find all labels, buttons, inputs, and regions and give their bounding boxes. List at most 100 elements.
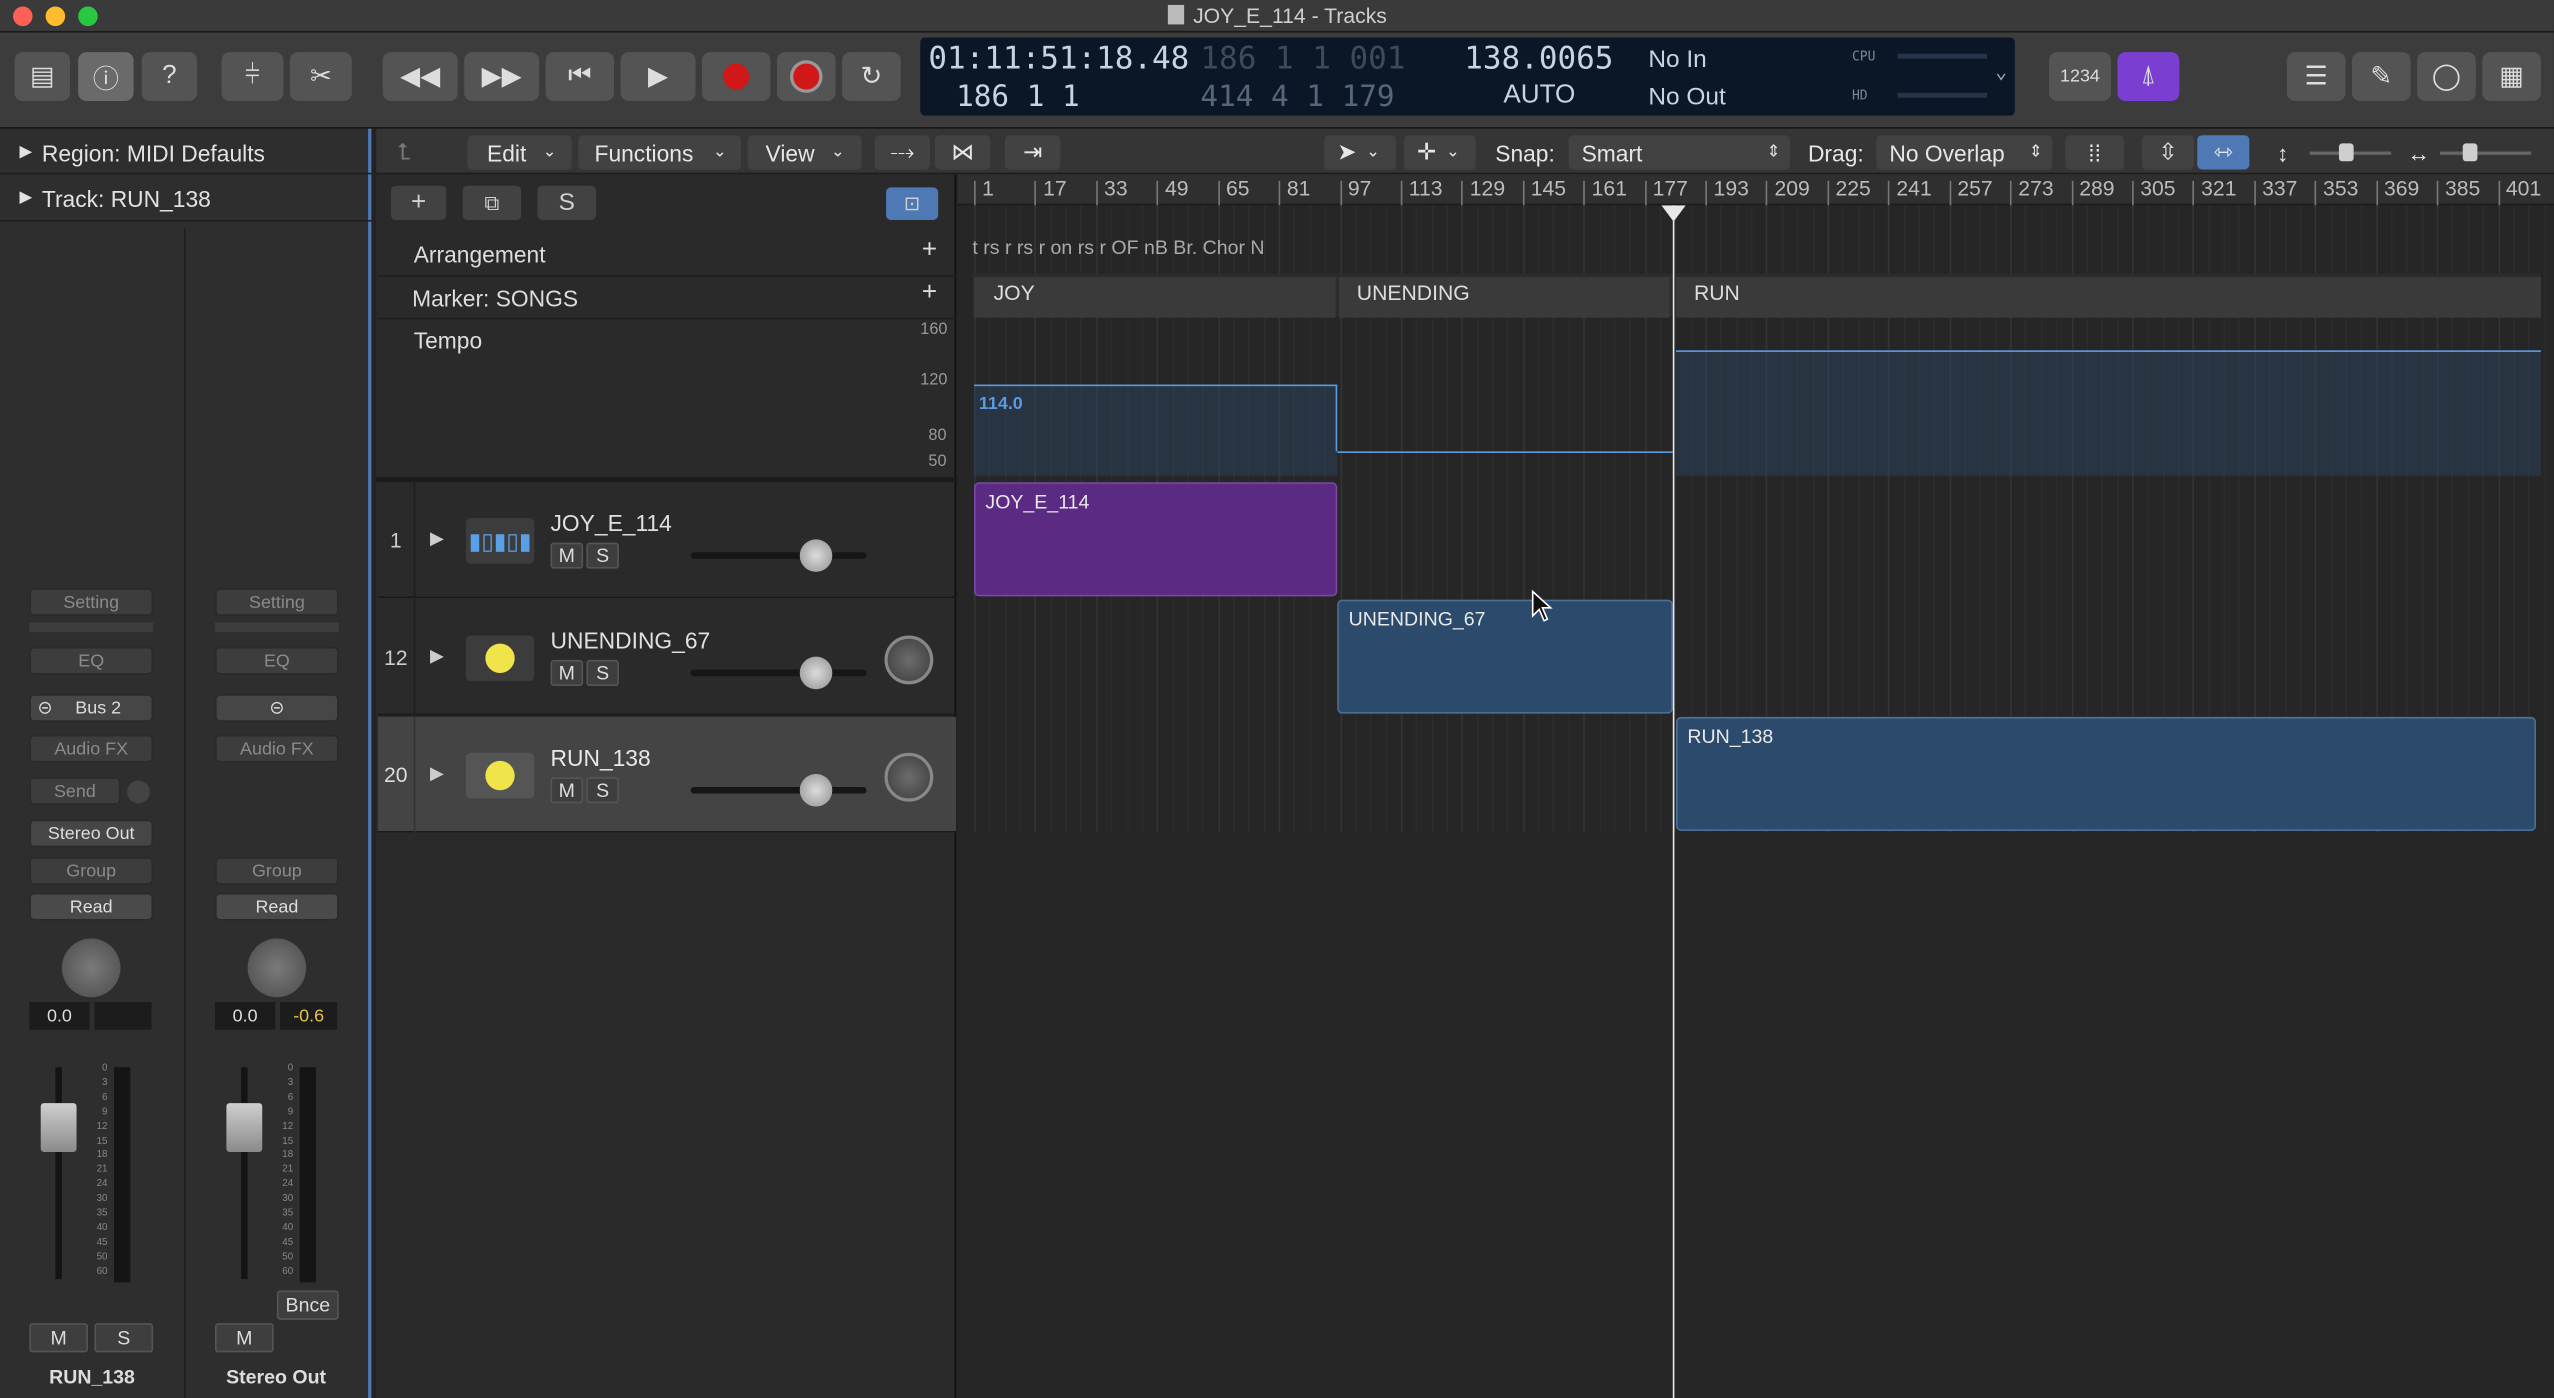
add-track-button[interactable]: +	[390, 185, 447, 220]
track-name[interactable]: JOY_E_114	[551, 510, 672, 536]
strip2-eq[interactable]: EQ	[215, 646, 339, 675]
strip1-input[interactable]: ⊝ Bus 2	[29, 694, 154, 722]
mixer-button[interactable]: ⫩	[221, 52, 284, 102]
volume-handle[interactable]	[799, 539, 833, 572]
solo-button[interactable]: S	[586, 777, 619, 804]
view-menu[interactable]: View ⌄	[747, 135, 862, 170]
duplicate-track-button[interactable]: ⧉	[462, 185, 522, 220]
strip1-automation[interactable]: Read	[29, 892, 154, 921]
track-name[interactable]: UNENDING_67	[551, 627, 711, 653]
global-tracks-button[interactable]: ⊡	[886, 187, 939, 220]
track-inspector-header[interactable]: ▶ Track: RUN_138	[0, 176, 372, 222]
track-header-1[interactable]: 1 ▶ ▮▯▮▯▮ JOY_E_114 M S	[377, 482, 957, 598]
strip2-volume[interactable]: 0.0	[215, 1002, 276, 1030]
region-run[interactable]: RUN_138	[1676, 716, 2537, 831]
track-header-20[interactable]: 20 ▶ RUN_138 M S	[377, 716, 957, 833]
volume-slider[interactable]	[690, 552, 867, 559]
drag-select[interactable]: No Overlap ⇕	[1876, 135, 2053, 170]
track-header-12[interactable]: 12 ▶ UNENDING_67 M S	[377, 599, 957, 716]
strip1-volume[interactable]: 0.0	[29, 1002, 90, 1030]
library-button[interactable]: ▤	[14, 52, 71, 102]
tempo-line-1[interactable]	[974, 384, 1338, 387]
count-in-button[interactable]: 1234	[2049, 52, 2111, 102]
loop-browser-button[interactable]: ◯	[2417, 52, 2476, 102]
strip2-pan-knob[interactable]	[247, 938, 307, 998]
global-solo-button[interactable]: S	[537, 185, 597, 220]
notepad-button[interactable]: ✎	[2351, 52, 2411, 102]
rewind-button[interactable]: ◀◀	[382, 52, 458, 102]
track-name[interactable]: RUN_138	[551, 745, 651, 771]
strip1-output[interactable]: Stereo Out	[29, 819, 154, 848]
flex-button[interactable]: ⋈	[934, 135, 991, 170]
disclosure-triangle-icon[interactable]: ▶	[430, 645, 444, 667]
back-button[interactable]: ⮤	[397, 135, 443, 169]
right-tool-menu[interactable]: ✛ ⌄	[1404, 135, 1476, 170]
lcd-dropdown-icon[interactable]: ⌄	[1995, 60, 2007, 83]
record-button[interactable]	[702, 52, 771, 102]
mute-button[interactable]: M	[550, 777, 584, 804]
strip1-setting[interactable]: Setting	[29, 588, 154, 616]
horizontal-zoom-handle[interactable]	[2462, 143, 2478, 162]
strip1-send[interactable]: Send	[29, 777, 121, 805]
strip1-audio-fx[interactable]: Audio FX	[29, 734, 154, 763]
strip2-input[interactable]: ⊝	[215, 694, 339, 722]
audio-waveform-icon[interactable]: ▮▯▮▯▮	[465, 518, 535, 564]
snap-select[interactable]: Smart ⇕	[1568, 135, 1791, 170]
marker-run[interactable]: RUN	[1676, 276, 2541, 318]
catch-button[interactable]: ⇥	[1004, 135, 1061, 170]
play-button[interactable]: ▶	[620, 52, 696, 102]
region-unending[interactable]: UNENDING_67	[1337, 599, 1673, 714]
horizontal-fit-button[interactable]: ⇿	[2197, 135, 2250, 170]
strip2-fader[interactable]	[226, 1103, 263, 1152]
strip1-mute[interactable]: M	[29, 1323, 88, 1353]
mute-button[interactable]: M	[550, 542, 584, 569]
disclosure-triangle-icon[interactable]: ▶	[430, 763, 444, 784]
solo-button[interactable]: S	[586, 542, 619, 569]
strip2-audio-fx[interactable]: Audio FX	[215, 734, 339, 763]
strip2-setting[interactable]: Setting	[215, 588, 339, 616]
strip1-send-knob[interactable]	[127, 780, 150, 804]
inspector-button[interactable]: ⓘ	[78, 52, 134, 102]
strip2-group[interactable]: Group	[215, 857, 339, 885]
volume-slider[interactable]	[690, 787, 867, 794]
tempo-line-3[interactable]	[1676, 350, 2541, 352]
tempo-line-2[interactable]	[1337, 451, 1673, 453]
instrument-icon[interactable]	[465, 752, 535, 799]
metronome-button[interactable]: ⍋	[2117, 52, 2180, 102]
vertical-zoom-handle[interactable]	[2338, 143, 2354, 162]
pan-knob[interactable]	[884, 752, 934, 802]
volume-handle[interactable]	[799, 773, 833, 807]
add-marker-icon[interactable]: +	[922, 279, 937, 308]
pan-knob[interactable]	[884, 635, 934, 685]
strip1-group[interactable]: Group	[29, 857, 154, 885]
automation-button[interactable]: ⤏	[874, 135, 931, 170]
playhead[interactable]	[1672, 205, 1675, 1398]
capture-record-button[interactable]	[776, 52, 836, 102]
quick-help-button[interactable]: ?	[141, 52, 198, 102]
region-inspector-header[interactable]: ▶ Region: MIDI Defaults	[0, 132, 372, 175]
strip1-fader[interactable]	[40, 1103, 77, 1152]
strip1-solo[interactable]: S	[94, 1323, 154, 1353]
lcd-display[interactable]: 01:11:51:18.48 186 1 1 186 1 1 001 414 4…	[920, 37, 2015, 116]
add-arrangement-icon[interactable]: +	[922, 236, 937, 265]
marker-unending[interactable]: UNENDING	[1338, 276, 1670, 318]
arrangement-markers[interactable]: t rs r rs r on rs r OF nB Br. Chor N	[972, 236, 1330, 272]
instrument-icon[interactable]	[465, 635, 535, 682]
functions-menu[interactable]: Functions ⌄	[578, 135, 742, 170]
solo-button[interactable]: S	[586, 659, 619, 686]
cycle-button[interactable]: ↻	[842, 52, 901, 102]
left-tool-menu[interactable]: ➤ ⌄	[1324, 135, 1396, 170]
volume-slider[interactable]	[690, 669, 867, 677]
mute-button[interactable]: M	[550, 659, 584, 686]
strip1-pan-knob[interactable]	[61, 938, 121, 998]
horizontal-zoom-slider[interactable]	[2439, 151, 2532, 155]
browser-button[interactable]: ▦	[2482, 52, 2541, 102]
edit-menu[interactable]: Edit ⌄	[467, 135, 572, 170]
strip2-automation[interactable]: Read	[215, 892, 339, 921]
marker-joy[interactable]: JOY	[974, 276, 1336, 318]
go-to-start-button[interactable]: ⏮	[545, 52, 615, 102]
waveform-zoom-button[interactable]: ⁞⁞	[2065, 135, 2124, 170]
volume-handle[interactable]	[799, 656, 833, 690]
disclosure-triangle-icon[interactable]: ▶	[430, 528, 444, 550]
editors-button[interactable]: ✂	[289, 52, 352, 102]
